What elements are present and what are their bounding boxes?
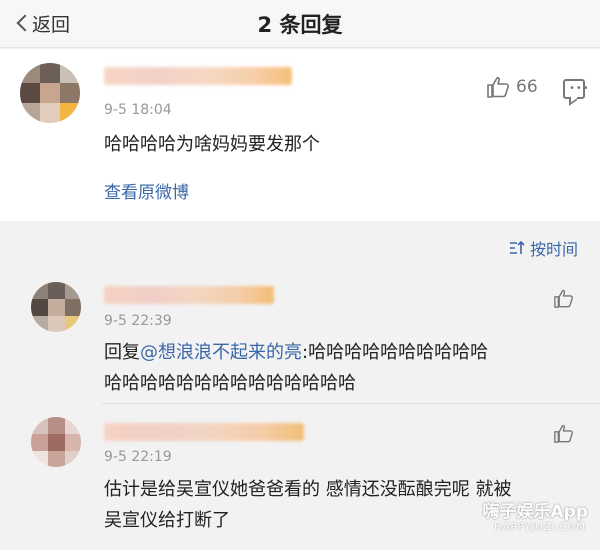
watermark-logo: 嗨子娱乐App [482, 502, 589, 522]
thumbs-up-icon[interactable] [553, 289, 574, 308]
reply-text-line2: 哈哈哈哈哈哈哈哈哈哈哈哈哈哈 [104, 373, 356, 394]
reply-text-line2: 吴宣仪给打断了 [104, 510, 230, 531]
avatar[interactable] [20, 63, 80, 123]
nav-bar: 返回 2 条回复 [0, 0, 600, 48]
thumbs-up-icon[interactable] [486, 76, 510, 98]
username[interactable] [104, 67, 292, 85]
list-item: 9-5 22:39 回复@想浪浪不起来的亮:哈哈哈哈哈哈哈哈哈哈 哈哈哈哈哈哈哈… [0, 272, 600, 404]
comment-icon[interactable]: ••• [563, 79, 589, 99]
reply-text-line1: :哈哈哈哈哈哈哈哈哈哈 [302, 342, 489, 363]
divider [102, 403, 600, 404]
main-comment: 9-5 18:04 哈哈哈哈为啥妈妈要发那个 查看原微博 66 ••• [0, 49, 600, 221]
avatar[interactable] [31, 417, 81, 467]
sort-icon [509, 240, 525, 254]
sort-label: 按时间 [529, 240, 578, 259]
reply-prefix: 回复 [104, 342, 140, 363]
view-original-link[interactable]: 查看原微博 [104, 178, 189, 203]
username[interactable] [104, 423, 304, 441]
sort-button[interactable]: 按时间 [508, 236, 578, 260]
reply-timestamp: 9-5 22:19 [104, 449, 172, 465]
comment-text: 哈哈哈哈为啥妈妈要发那个 [104, 134, 320, 155]
reply-text: 回复@想浪浪不起来的亮:哈哈哈哈哈哈哈哈哈哈 [104, 337, 488, 368]
sort-bar: 按时间 [0, 226, 600, 270]
reply-timestamp: 9-5 22:39 [104, 313, 172, 329]
like-count: 66 [516, 77, 538, 97]
username[interactable] [104, 286, 274, 304]
comment-timestamp: 9-5 18:04 [104, 102, 172, 118]
thumbs-up-icon[interactable] [553, 424, 574, 443]
reply-text-line1: 估计是给吴宣仪她爸爸看的 感情还没酝酿完呢 就被 [104, 479, 512, 500]
watermark-url: HAPPYJUZI.COM [494, 522, 586, 533]
avatar[interactable] [31, 282, 81, 332]
page-title: 2 条回复 [257, 13, 343, 37]
mention-link[interactable]: @想浪浪不起来的亮 [140, 342, 302, 363]
